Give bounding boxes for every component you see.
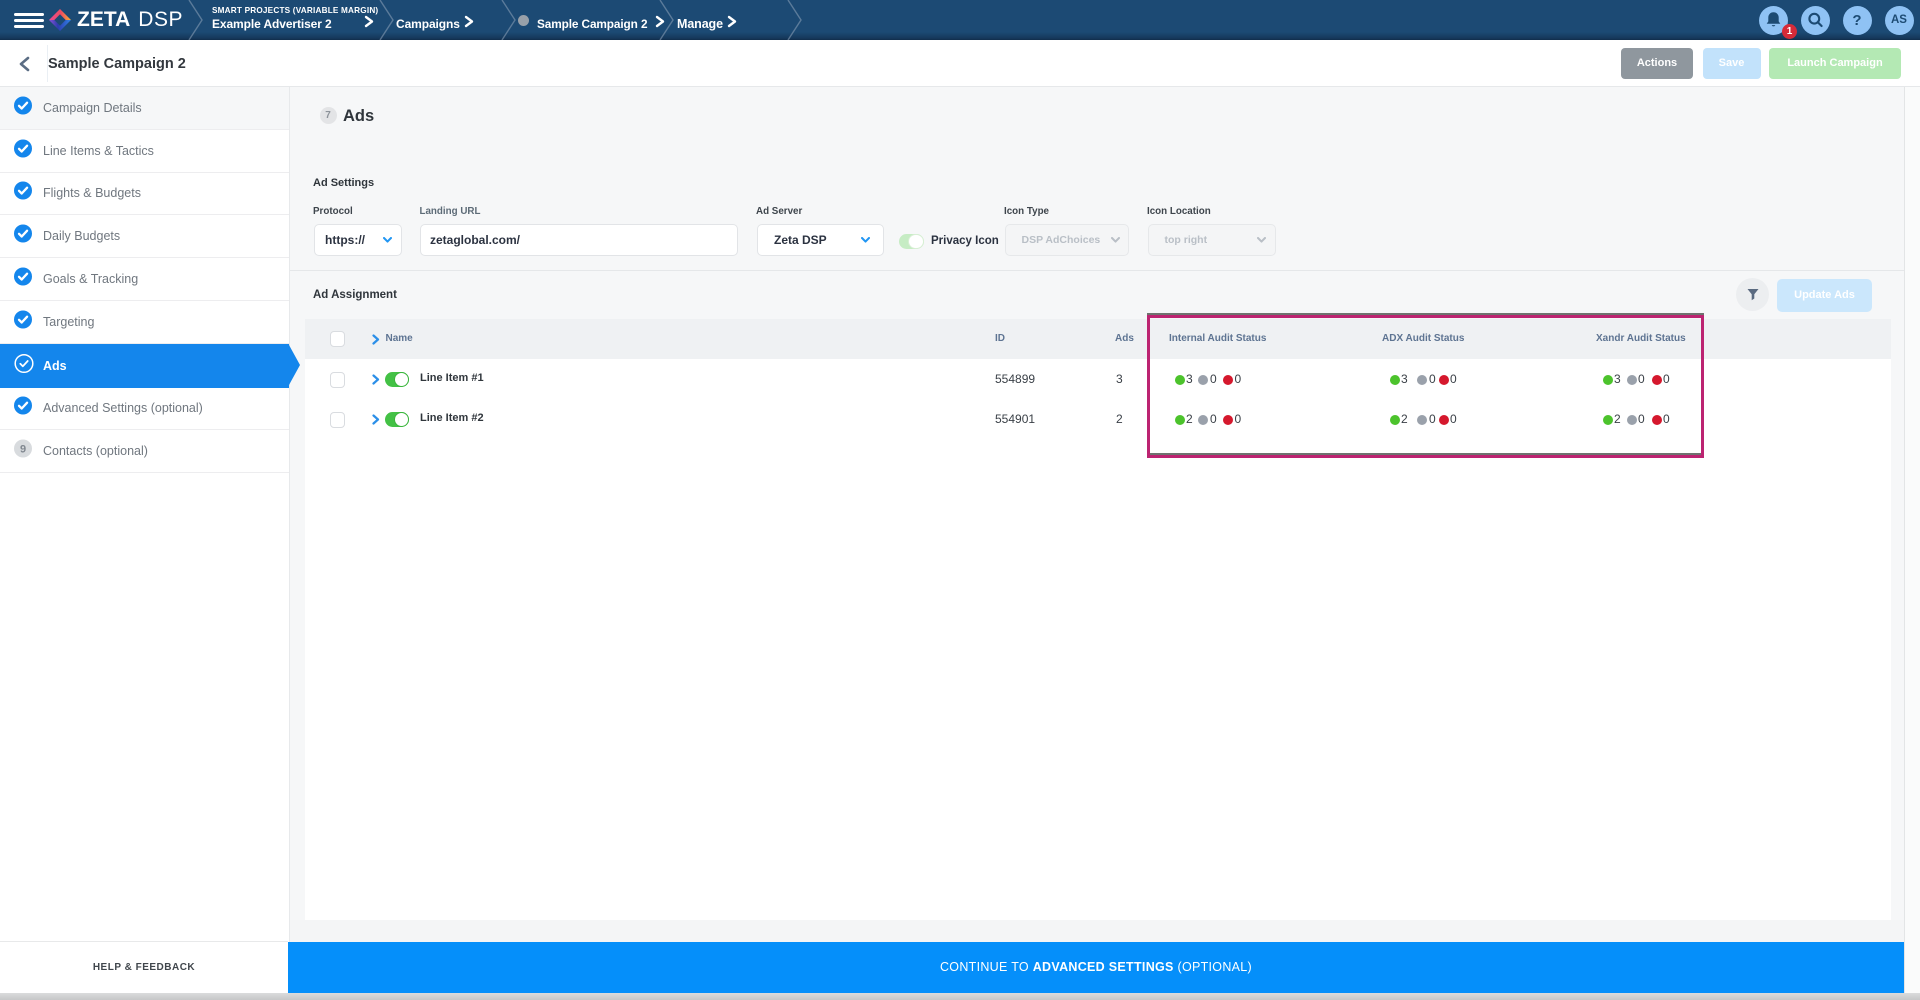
svg-text:9: 9 bbox=[19, 444, 25, 456]
